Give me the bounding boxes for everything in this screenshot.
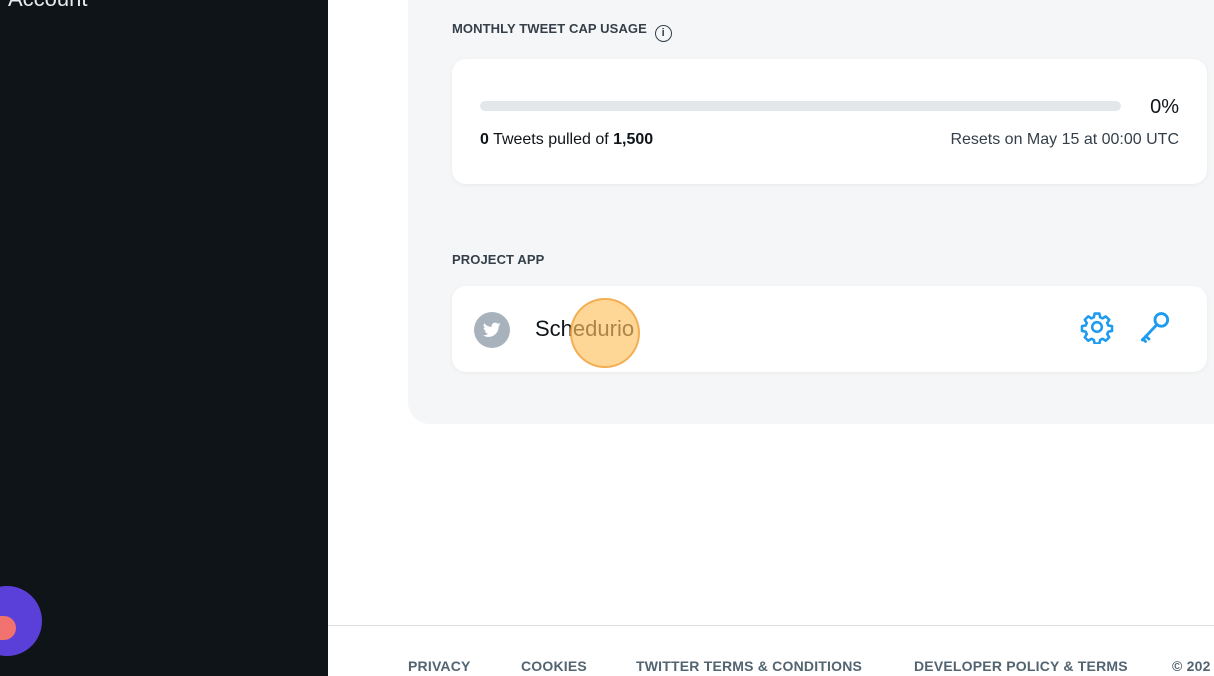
tweet-cap-card: 0% 0 Tweets pulled of 1,500 Resets on Ma… (452, 59, 1207, 184)
sidebar: Account (0, 0, 328, 676)
footer-link-privacy[interactable]: PRIVACY (408, 658, 471, 674)
twitter-bird-icon (474, 312, 510, 348)
pulled-count: 0 (480, 131, 489, 148)
pulled-label: Tweets pulled of (488, 131, 614, 148)
info-icon[interactable]: i (654, 25, 672, 42)
key-icon[interactable] (1136, 308, 1174, 346)
cap-count: 1,500 (613, 131, 654, 148)
gear-icon[interactable] (1080, 310, 1114, 345)
usage-count: 0 Tweets pulled of 1,500 (480, 131, 653, 149)
reset-date: Resets on May 15 at 00:00 UTC (950, 131, 1179, 148)
footer: PRIVACY COOKIES TWITTER TERMS & CONDITIO… (328, 625, 1214, 676)
tweet-cap-heading: MONTHLY TWEET CAP USAGE i (452, 21, 672, 42)
footer-link-cookies[interactable]: COOKIES (521, 658, 587, 674)
footer-copyright: © 202 (1172, 658, 1211, 674)
footer-link-terms[interactable]: TWITTER TERMS & CONDITIONS (636, 658, 862, 674)
usage-progress-bar (480, 101, 1121, 111)
sidebar-item-account[interactable]: Account (8, 0, 88, 12)
project-app-heading: PROJECT APP (452, 252, 545, 267)
tweet-cap-title: MONTHLY TWEET CAP USAGE (452, 21, 647, 36)
usage-percent: 0% (1150, 96, 1179, 118)
footer-link-developer-policy[interactable]: DEVELOPER POLICY & TERMS (914, 658, 1128, 674)
project-panel: MONTHLY TWEET CAP USAGE i 0% 0 Tweets pu… (408, 0, 1214, 424)
main-content: MONTHLY TWEET CAP USAGE i 0% 0 Tweets pu… (328, 0, 1214, 676)
project-app-card[interactable]: Schedurio (452, 286, 1207, 372)
app-name[interactable]: Schedurio (535, 316, 634, 342)
